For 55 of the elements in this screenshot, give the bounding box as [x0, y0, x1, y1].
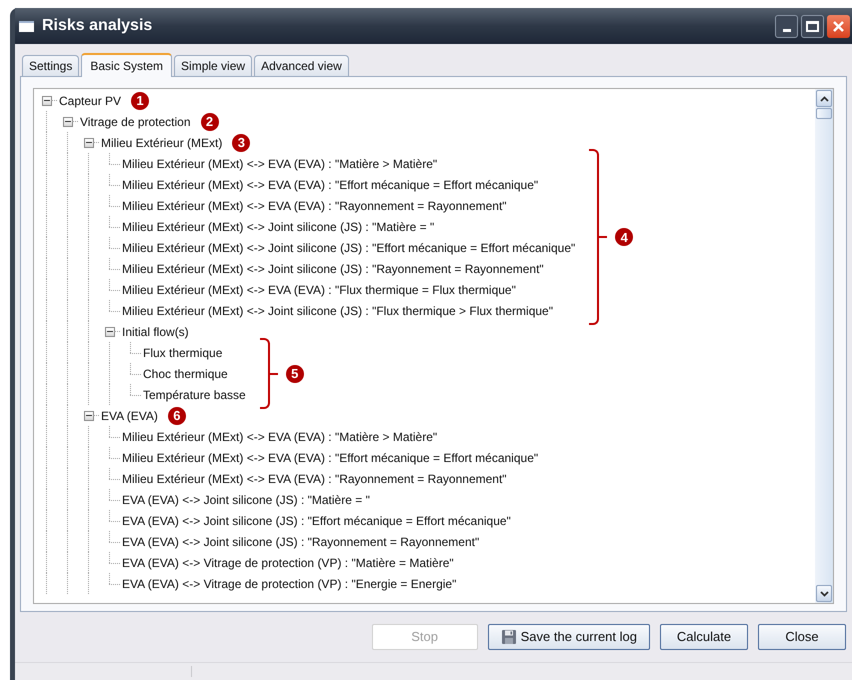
dialog-button[interactable]: Close [758, 624, 846, 650]
close-button[interactable] [827, 14, 850, 38]
caret-up-icon [820, 96, 828, 102]
tab[interactable]: Advanced view [254, 55, 349, 76]
tree-item[interactable]: EVA (EVA) <-> Joint silicone (JS) : "Rayonnement = Rayonnement" [120, 532, 482, 550]
callout-number: 6 [168, 406, 186, 424]
close-icon [832, 20, 845, 32]
dialog-button[interactable]: Save the current log [488, 624, 650, 650]
scrollbar[interactable] [815, 89, 833, 603]
callout-number: 1 [131, 92, 150, 110]
tree-item[interactable]: Initial flow(s) [120, 322, 191, 340]
tree-item[interactable]: Milieu Extérieur (MExt) <-> Joint silicone (JS) : "Rayonnement = Rayonnement" [120, 260, 546, 278]
scroll-up-button[interactable] [816, 90, 832, 107]
tab[interactable]: Simple view [174, 55, 252, 76]
tree-item[interactable]: Milieu Extérieur (MExt) <-> Joint silicone (JS) : "Matière = " [120, 218, 436, 236]
callout-number: 5 [286, 364, 304, 382]
tree-item[interactable]: Milieu Extérieur (MExt) <-> EVA (EVA) : "Flux thermique = Flux thermique" [120, 280, 518, 298]
window-title: Risks analysis [42, 16, 152, 36]
tab[interactable]: Settings [22, 55, 80, 76]
callout-number: 2 [200, 112, 219, 130]
collapse-icon[interactable] [84, 410, 94, 420]
collapse-icon[interactable] [42, 96, 52, 106]
tree-item[interactable]: EVA (EVA) [99, 406, 160, 424]
tree-item[interactable]: Choc thermique [141, 364, 230, 382]
tree-item[interactable]: Milieu Extérieur (MExt) <-> EVA (EVA) : "Matière > Matière" [120, 154, 440, 172]
tree-item[interactable]: Milieu Extérieur (MExt) <-> EVA (EVA) : "Matière > Matière" [120, 428, 440, 446]
scroll-thumb[interactable] [816, 108, 832, 119]
tree-item[interactable]: EVA (EVA) <-> Vitrage de protection (VP) : "Energie = Energie" [120, 574, 458, 592]
collapse-icon[interactable] [104, 326, 114, 336]
maximize-button[interactable] [801, 14, 824, 38]
tree-item[interactable]: Température basse [141, 386, 248, 404]
tree-item[interactable]: Milieu Extérieur (MExt) <-> Joint silicone (JS) : "Flux thermique > Flux thermique" [120, 302, 555, 320]
callout-number: 3 [232, 134, 250, 152]
caret-down-icon [820, 590, 828, 596]
collapse-icon[interactable] [62, 116, 72, 126]
tree-item[interactable]: Flux thermique [141, 344, 224, 362]
scroll-down-button[interactable] [816, 585, 832, 602]
collapse-icon[interactable] [84, 138, 94, 148]
window-icon [19, 20, 34, 32]
callout-number: 4 [615, 228, 634, 246]
tree-item[interactable]: Vitrage de protection [78, 112, 193, 130]
tree-item[interactable]: EVA (EVA) <-> Vitrage de protection (VP) : "Matière = Matière" [120, 554, 456, 572]
dialog-button[interactable]: Calculate [660, 624, 748, 650]
tab[interactable]: Basic System [81, 53, 172, 77]
tree-item[interactable]: EVA (EVA) <-> Joint silicone (JS) : "Effort mécanique = Effort mécanique" [120, 512, 513, 530]
tree-item[interactable]: Milieu Extérieur (MExt) <-> EVA (EVA) : "Rayonnement = Rayonnement" [120, 470, 509, 488]
minimize-button[interactable] [775, 14, 798, 38]
tree-item[interactable]: EVA (EVA) <-> Joint silicone (JS) : "Matière = " [120, 490, 372, 508]
tree-item[interactable]: Milieu Extérieur (MExt) [99, 134, 224, 152]
tree-item[interactable]: Capteur PV [57, 92, 124, 110]
tree-item[interactable]: Milieu Extérieur (MExt) <-> EVA (EVA) : "Effort mécanique = Effort mécanique" [120, 448, 540, 466]
bracket [260, 338, 278, 409]
tree-item[interactable]: Milieu Extérieur (MExt) <-> EVA (EVA) : "Effort mécanique = Effort mécanique" [120, 176, 540, 194]
tree-item[interactable]: Milieu Extérieur (MExt) <-> EVA (EVA) : "Rayonnement = Rayonnement" [120, 196, 509, 214]
tree-item[interactable]: Milieu Extérieur (MExt) <-> Joint silicone (JS) : "Effort mécanique = Effort mécanique" [120, 238, 578, 256]
